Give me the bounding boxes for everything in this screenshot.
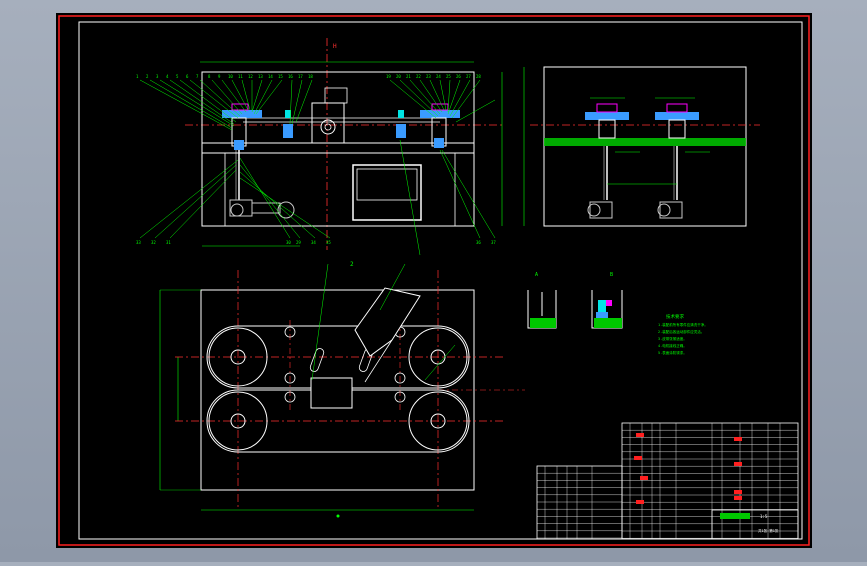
bom-red-entry <box>640 476 648 480</box>
title-block-scale: 1:5 <box>760 514 768 519</box>
bom-red-entry <box>734 496 742 500</box>
svg-text:10: 10 <box>228 74 233 79</box>
tech-req-line-3: 3.皮带张紧适度。 <box>658 336 687 341</box>
svg-text:13: 13 <box>258 74 263 79</box>
svg-text:17: 17 <box>298 74 303 79</box>
title-block-stamp <box>720 513 750 519</box>
bom-red-entry <box>636 433 644 437</box>
svg-text:24: 24 <box>436 74 441 79</box>
section-b-hatch <box>594 318 622 328</box>
side-pulley-right <box>655 112 699 120</box>
side-pulley-left <box>585 112 629 120</box>
bom-red-entry <box>734 437 742 441</box>
section-b-part <box>598 300 606 314</box>
svg-text:16: 16 <box>288 74 293 79</box>
svg-text:36: 36 <box>476 240 481 245</box>
svg-text:15: 15 <box>278 74 283 79</box>
svg-text:19: 19 <box>386 74 391 79</box>
side-hatch-plate <box>544 138 746 146</box>
tech-req-line-4: 4.电机接线正确。 <box>658 343 687 348</box>
top-center-box <box>310 377 353 409</box>
svg-text:30: 30 <box>286 240 291 245</box>
svg-text:37: 37 <box>491 240 496 245</box>
bom-red-entry <box>634 456 642 460</box>
title-block-sheet: 共1张 第1张 <box>758 528 779 533</box>
bom-red-entry <box>636 500 644 504</box>
sheet-background <box>56 13 812 548</box>
section-b-label: B <box>610 272 613 278</box>
svg-text:34: 34 <box>311 240 316 245</box>
cad-drawing: H 2 1 2 3 4 5 6 7 8 9 10 11 12 13 14 15 … <box>56 13 812 548</box>
dim-mid-label: 2 <box>350 261 354 268</box>
svg-text:29: 29 <box>296 240 301 245</box>
section-a-hatch <box>530 318 556 328</box>
svg-text:22: 22 <box>416 74 421 79</box>
svg-text:11: 11 <box>238 74 243 79</box>
section-a-label: A <box>535 272 538 278</box>
svg-text:33: 33 <box>136 240 141 245</box>
svg-text:12: 12 <box>248 74 253 79</box>
dim-top-label: H <box>333 43 337 50</box>
bom-red-entry <box>734 490 742 494</box>
tech-req-line-2: 2.装配后各运动部件应灵活。 <box>658 329 704 334</box>
svg-text:23: 23 <box>426 74 431 79</box>
left-shaft-collar <box>234 140 244 150</box>
svg-text:26: 26 <box>456 74 461 79</box>
svg-text:18: 18 <box>308 74 313 79</box>
mid-sensor-right <box>398 110 404 118</box>
mid-block-left <box>283 124 293 138</box>
svg-text:14: 14 <box>268 74 273 79</box>
tech-req-line-5: 5.表面涂防锈漆。 <box>658 350 687 355</box>
svg-text:32: 32 <box>151 240 156 245</box>
tech-req-line-1: 1.装配前所有零件应清洗干净。 <box>658 322 708 327</box>
svg-text:20: 20 <box>396 74 401 79</box>
svg-text:21: 21 <box>406 74 411 79</box>
section-b-cap <box>606 300 612 306</box>
svg-text:28: 28 <box>476 74 481 79</box>
svg-text:25: 25 <box>446 74 451 79</box>
section-b-base <box>596 312 608 318</box>
tech-req-title: 技术要求 <box>666 313 684 320</box>
bom-red-entry <box>734 462 742 466</box>
svg-text:35: 35 <box>326 240 331 245</box>
top-datum-dot <box>336 514 340 518</box>
mid-block-right <box>396 124 406 138</box>
cad-viewport: H 2 1 2 3 4 5 6 7 8 9 10 11 12 13 14 15 … <box>0 0 867 562</box>
right-shaft-collar <box>434 138 444 148</box>
svg-text:31: 31 <box>166 240 171 245</box>
svg-text:27: 27 <box>466 74 471 79</box>
